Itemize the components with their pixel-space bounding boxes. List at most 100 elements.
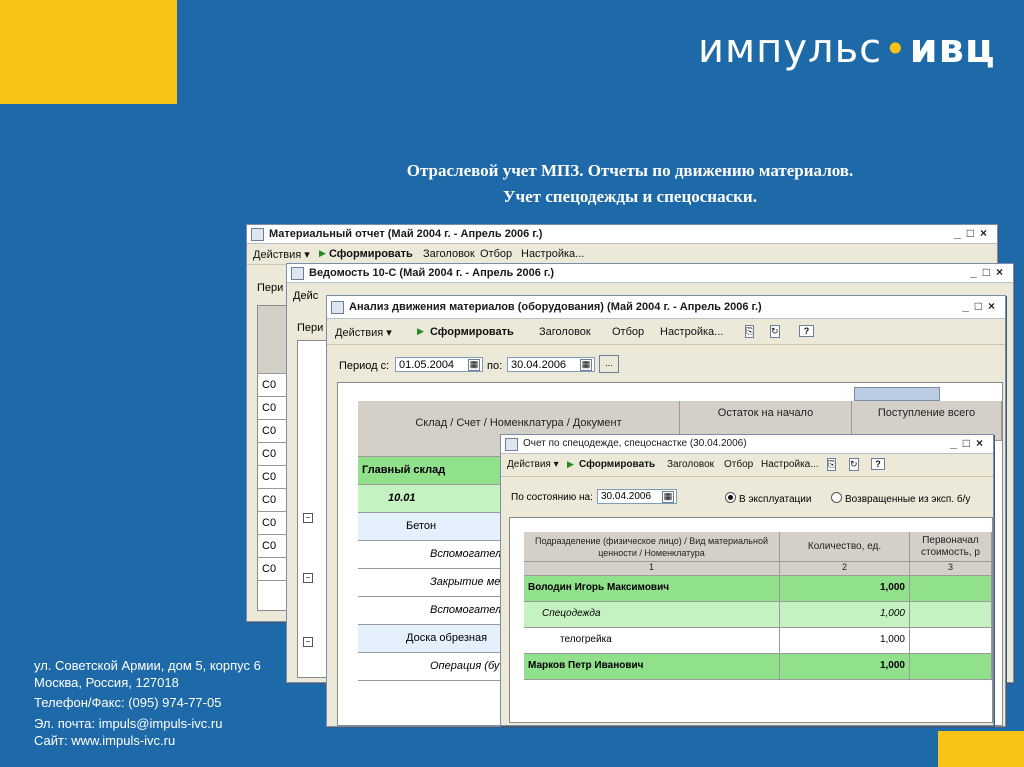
header-button[interactable]: Заголовок: [667, 459, 714, 470]
contact-address-line-2: Москва, Россия, 127018: [34, 675, 179, 690]
corner-block-top-left: [0, 0, 177, 104]
code-cell: С0: [258, 558, 288, 581]
copy-icon[interactable]: ⎘: [745, 325, 755, 338]
calendar-icon[interactable]: ▦: [662, 491, 674, 503]
table-row-qty: 1,000: [780, 654, 910, 680]
table-row-name: Спецодежда: [524, 602, 780, 628]
column-number: 3: [910, 562, 992, 576]
period-from-label: Период с:: [339, 360, 390, 372]
form-button[interactable]: Сформировать: [430, 326, 514, 338]
window-titlebar[interactable]: Материальный отчет (Май 2004 г. - Апрель…: [247, 225, 997, 244]
date-to-input[interactable]: 30.04.2006 ▦: [507, 357, 595, 372]
filter-button[interactable]: Отбор: [612, 326, 644, 338]
help-button[interactable]: ?: [871, 458, 885, 470]
code-cell: С0: [258, 466, 288, 489]
period-label: Пери: [257, 282, 284, 294]
state-date-label: По состоянию на:: [511, 492, 593, 503]
table-row-qty: 1,000: [780, 602, 910, 628]
document-icon: [291, 267, 304, 280]
filter-button[interactable]: Отбор: [724, 459, 753, 470]
radio-returned[interactable]: Возвращенные из эксп. б/у: [831, 492, 970, 505]
slide-title: Отраслевой учет МПЗ. Отчеты по движению …: [280, 158, 980, 210]
code-cell: С0: [258, 489, 288, 512]
contact-email[interactable]: Эл. почта: impuls@impuls-ivc.ru: [34, 715, 222, 732]
column-header: Первоначал стоимость, р: [910, 532, 992, 562]
settings-button[interactable]: Настройка...: [761, 459, 819, 470]
calendar-icon[interactable]: ▦: [468, 359, 480, 371]
document-icon: [505, 438, 518, 451]
slide-title-line-1: Отраслевой учет МПЗ. Отчеты по движению …: [406, 161, 854, 180]
window-control-buttons[interactable]: _□×: [970, 265, 1009, 279]
actions-menu[interactable]: Действия ▾: [507, 459, 559, 470]
form-button[interactable]: Сформировать: [579, 459, 655, 470]
table-row-name: телогрейка: [524, 628, 780, 654]
filter-button[interactable]: Отбор: [480, 248, 512, 260]
period-select-button[interactable]: ...: [599, 355, 619, 373]
window-titlebar[interactable]: Анализ движения материалов (оборудования…: [327, 296, 1005, 319]
period-to-label: по:: [487, 360, 503, 372]
header-button[interactable]: Заголовок: [539, 326, 591, 338]
code-cell: С0: [258, 374, 288, 397]
copy-icon[interactable]: ⎘: [827, 458, 837, 471]
window-title: Очет по спецодежде, спецоснастке (30.04.…: [523, 438, 747, 449]
actions-menu[interactable]: Дейс: [293, 290, 318, 302]
toolbar: Действия ▾ ▶ Сформировать Заголовок Отбо…: [501, 454, 993, 477]
corner-block-bottom-right: [938, 731, 1024, 767]
window-title: Ведомость 10-С (Май 2004 г. - Апрель 200…: [309, 267, 555, 279]
date-from-input[interactable]: 01.05.2004 ▦: [395, 357, 483, 372]
radio-selected-icon: [725, 492, 736, 503]
radio-in-use[interactable]: В эксплуатации: [725, 492, 811, 505]
refresh-icon[interactable]: ↻: [770, 325, 780, 338]
refresh-icon[interactable]: ↻: [849, 458, 859, 471]
table-row-qty: 1,000: [780, 576, 910, 602]
document-icon: [251, 228, 264, 241]
table-row-qty: 1,000: [780, 628, 910, 654]
toolbar: Действия ▾ ▶ Сформировать Заголовок Отбо…: [327, 320, 1005, 345]
contact-website[interactable]: Сайт: www.impuls-ivc.ru: [34, 732, 175, 749]
window-control-buttons[interactable]: _□×: [962, 299, 1001, 313]
window-specialwear-report[interactable]: Очет по спецодежде, спецоснастке (30.04.…: [500, 434, 994, 726]
period-label: Пери: [297, 322, 324, 334]
company-logo: импульс•ивц: [698, 26, 996, 72]
window-titlebar[interactable]: Ведомость 10-С (Май 2004 г. - Апрель 200…: [287, 264, 1013, 283]
table-row-name: Марков Петр Иванович: [524, 654, 780, 680]
column-number: 1: [524, 562, 780, 576]
slide-title-line-2: Учет спецодежды и спецоснаски.: [503, 187, 757, 206]
window-title: Материальный отчет (Май 2004 г. - Апрель…: [269, 228, 543, 240]
report-grid[interactable]: С0 С0 С0 С0 С0 С0 С0 С0 С0: [257, 305, 289, 611]
settings-button[interactable]: Настройка...: [660, 326, 723, 338]
radio-empty-icon: [831, 492, 842, 503]
window-titlebar[interactable]: Очет по спецодежде, спецоснастке (30.04.…: [501, 435, 993, 454]
window-control-buttons[interactable]: _□×: [954, 226, 993, 240]
code-cell: С0: [258, 535, 288, 558]
code-cell: С0: [258, 420, 288, 443]
specialwear-grid[interactable]: Подразделение (физическое лицо) / Вид ма…: [509, 517, 993, 723]
tree-collapse-icon[interactable]: −: [303, 513, 313, 523]
play-icon: ▶: [567, 459, 574, 469]
contact-address-line-1: ул. Советской Армии, дом 5, корпус 6: [34, 658, 261, 673]
column-header: Количество, ед.: [780, 532, 910, 562]
toolbar: Действия ▾ ▶ Сформировать Заголовок Отбо…: [247, 244, 997, 265]
play-icon: ▶: [319, 248, 326, 258]
header-button[interactable]: Заголовок: [423, 248, 475, 260]
contact-phone: Телефон/Факс: (095) 974-77-05: [34, 695, 222, 710]
code-cell: С0: [258, 512, 288, 535]
actions-menu[interactable]: Действия ▾: [253, 248, 310, 261]
table-row-name: Володин Игорь Максимович: [524, 576, 780, 602]
column-header: Подразделение (физическое лицо) / Вид ма…: [524, 532, 780, 562]
calendar-icon[interactable]: ▦: [580, 359, 592, 371]
tree-collapse-icon[interactable]: −: [303, 573, 313, 583]
help-button[interactable]: ?: [799, 325, 814, 337]
play-icon: ▶: [417, 326, 424, 336]
tree-collapse-icon[interactable]: −: [303, 637, 313, 647]
state-date-input[interactable]: 30.04.2006 ▦: [597, 489, 677, 504]
column-number: 2: [780, 562, 910, 576]
code-cell: С0: [258, 397, 288, 420]
code-cell: С0: [258, 443, 288, 466]
window-control-buttons[interactable]: _□×: [950, 436, 989, 450]
actions-menu[interactable]: Действия ▾: [335, 326, 392, 339]
document-icon: [331, 301, 344, 314]
settings-button[interactable]: Настройка...: [521, 248, 584, 260]
window-title: Анализ движения материалов (оборудования…: [349, 301, 762, 313]
form-button[interactable]: Сформировать: [329, 248, 413, 260]
